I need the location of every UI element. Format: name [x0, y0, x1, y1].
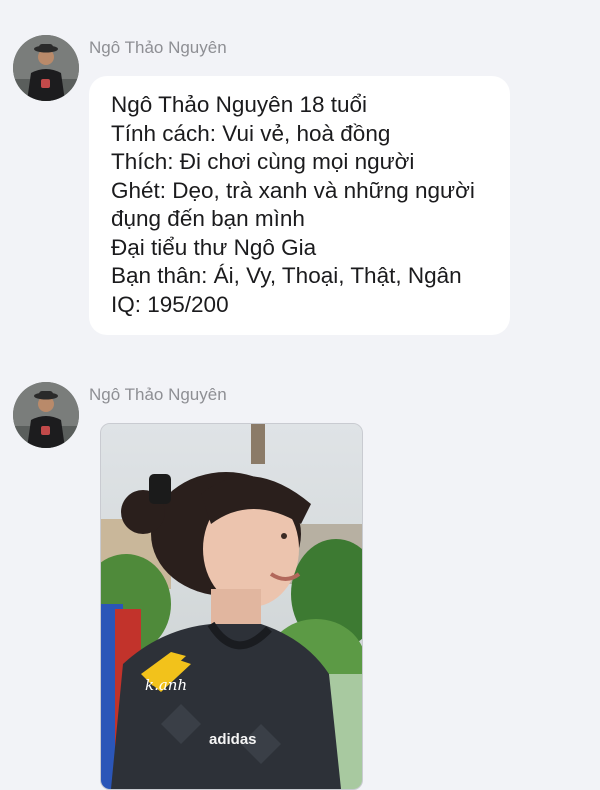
sender-avatar[interactable] [13, 382, 79, 448]
shirt-brand-text: adidas [209, 731, 257, 748]
message-line: IQ: 195/200 [111, 291, 229, 317]
message-line: Bạn thân: Ái, Vy, Thoại, Thật, Ngân [111, 263, 462, 288]
sender-name: Ngô Thảo Nguyên [89, 38, 227, 57]
photo-watermark: k.anh [145, 676, 187, 694]
message-line: Đại tiểu thư Ngô Gia [111, 234, 317, 260]
message-line: đụng đến bạn mình [111, 206, 305, 231]
message-line: Thích: Đi chơi cùng mọi người [111, 149, 415, 174]
message-bubble[interactable]: Ngô Thảo Nguyên 18 tuổi Tính cách: Vui v… [89, 76, 510, 335]
sender-name: Ngô Thảo Nguyên [89, 385, 227, 404]
sender-avatar[interactable] [13, 35, 79, 101]
photo-image: adidas k.anh [101, 424, 362, 789]
message-line: Tính cách: Vui vẻ, hoà đồng [111, 120, 391, 146]
message-line: Ghét: Dẹo, trà xanh và những người [111, 177, 475, 203]
user-avatar-icon [13, 35, 79, 101]
photo-message[interactable]: adidas k.anh [100, 423, 363, 790]
message-line: Ngô Thảo Nguyên 18 tuổi [111, 92, 368, 117]
user-avatar-icon [13, 382, 79, 448]
